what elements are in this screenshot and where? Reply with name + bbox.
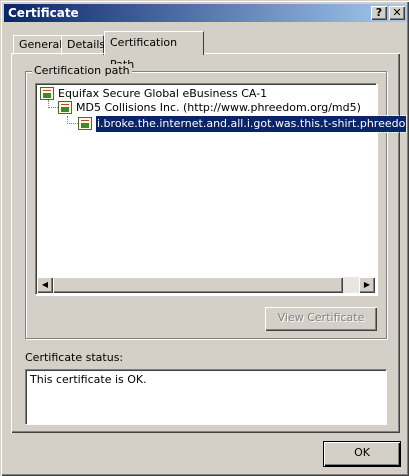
arrow-right-icon: ▶ bbox=[363, 280, 371, 289]
certification-path-tree[interactable]: Equifax Secure Global eBusiness CA-1 MD5… bbox=[35, 83, 408, 295]
close-icon: ✕ bbox=[392, 6, 402, 19]
window-title: Certificate bbox=[8, 6, 79, 20]
tab-certification-path[interactable]: Certification Path bbox=[104, 31, 204, 71]
title-bar[interactable]: Certificate ? ✕ bbox=[4, 4, 407, 22]
certificate-icon bbox=[78, 117, 92, 130]
tab-general[interactable]: General bbox=[13, 35, 62, 55]
scrollbar-thumb[interactable] bbox=[53, 277, 343, 293]
view-certificate-button[interactable]: View Certificate bbox=[265, 307, 377, 331]
tree-node-intermediate[interactable]: MD5 Collisions Inc. (http://www.phreedom… bbox=[58, 100, 368, 116]
tree-node-leaf[interactable]: i.broke.the.internet.and.all.i.got.was.t… bbox=[78, 115, 408, 133]
tree-node-label: i.broke.the.internet.and.all.i.got.was.t… bbox=[94, 115, 408, 133]
horizontal-scrollbar[interactable]: ◀ ▶ bbox=[37, 277, 375, 293]
arrow-left-icon: ◀ bbox=[41, 280, 49, 289]
scroll-right-button[interactable]: ▶ bbox=[359, 277, 375, 293]
scroll-left-button[interactable]: ◀ bbox=[37, 277, 53, 293]
tree-connector bbox=[67, 116, 78, 124]
certificate-icon bbox=[58, 101, 72, 114]
certificate-status-label: Certificate status: bbox=[25, 351, 124, 364]
help-button[interactable]: ? bbox=[371, 6, 387, 20]
certificate-status-text: This certificate is OK. bbox=[25, 369, 387, 425]
certificate-icon bbox=[40, 87, 54, 100]
tree-node-label: MD5 Collisions Inc. (http://www.phreedom… bbox=[76, 101, 361, 114]
ok-button[interactable]: OK bbox=[324, 442, 400, 466]
tab-details[interactable]: Details bbox=[61, 35, 105, 55]
certificate-dialog: Certificate ? ✕ General Details Certific… bbox=[0, 0, 409, 476]
certification-path-label: Certification path bbox=[32, 64, 132, 78]
close-button[interactable]: ✕ bbox=[389, 6, 405, 20]
